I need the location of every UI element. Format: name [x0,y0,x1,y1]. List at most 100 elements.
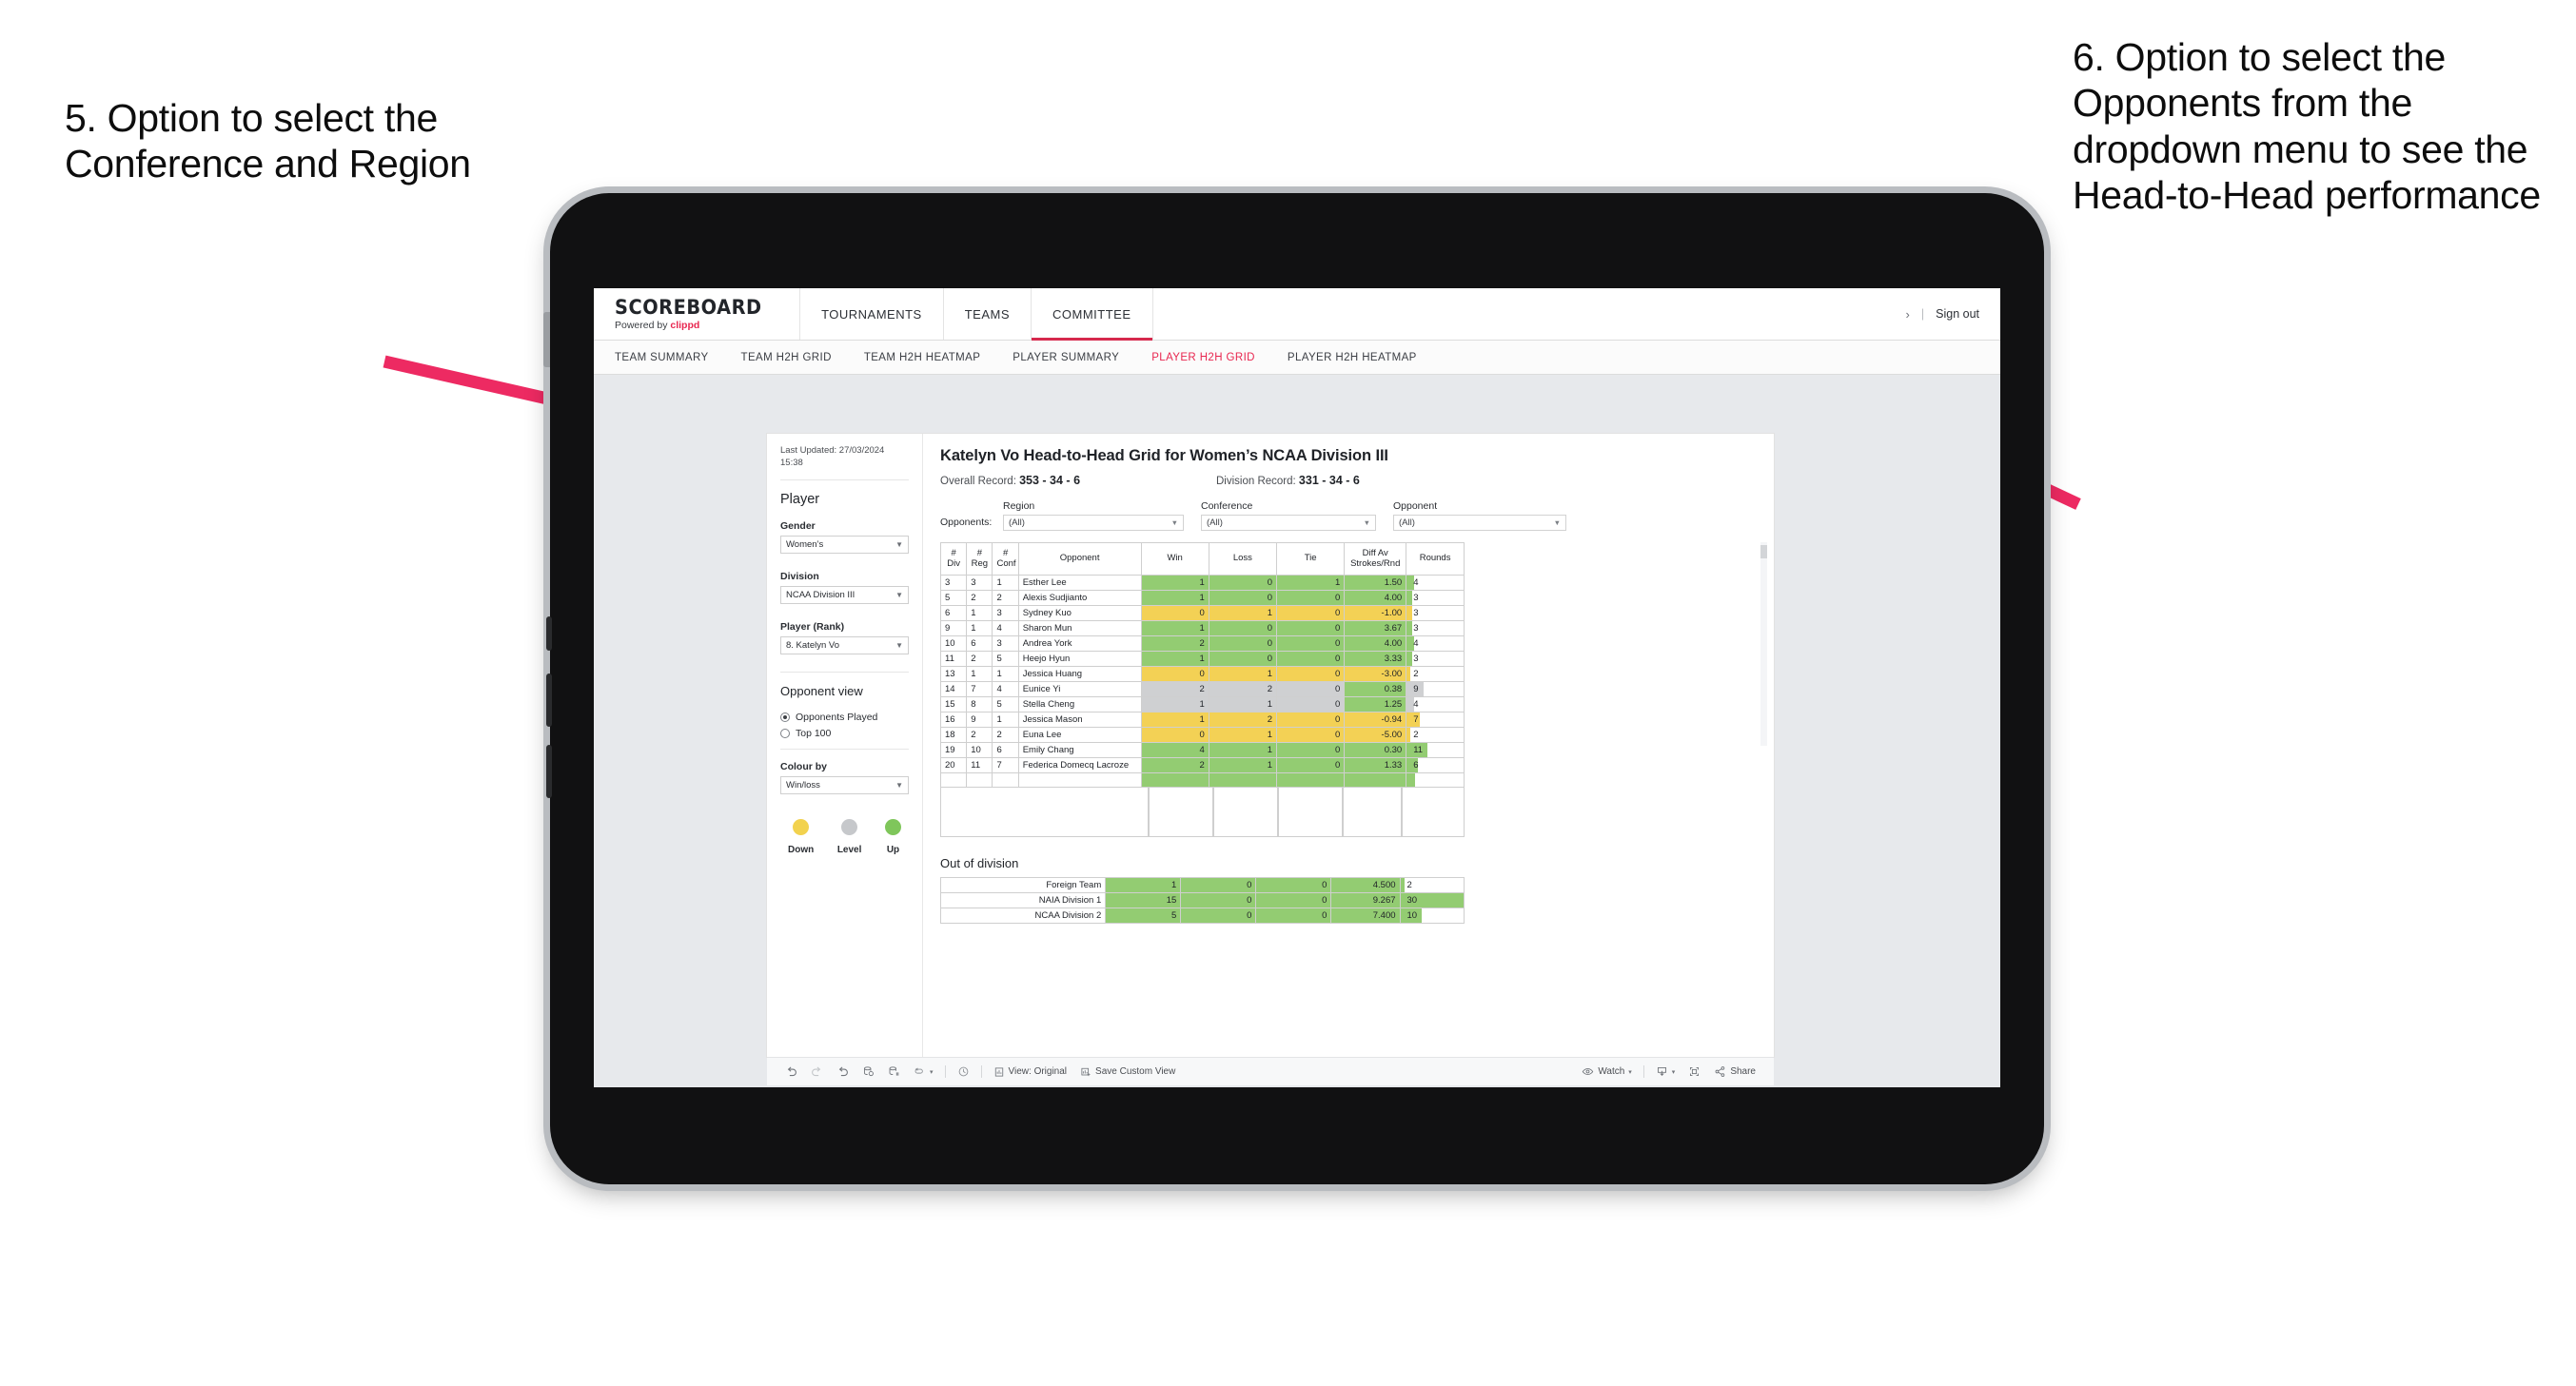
download-button[interactable]: ▾ [1649,1065,1682,1078]
table-row[interactable]: 20 11 7 Federica Domecq Lacroze 2 1 0 1.33 6 [939,757,1465,773]
sign-out-link[interactable]: Sign out [1936,307,1979,321]
table-row[interactable]: 15 8 5 Stella Cheng 1 1 0 1.25 4 [939,696,1465,713]
opponent-filter-value: (All) [1399,517,1415,528]
player-rank-select[interactable]: 8. Katelyn Vo ▼ [780,635,909,654]
cell-conf: 3 [992,605,1019,621]
brand-logo[interactable]: SCOREBOARD Powered by clippd [594,288,801,340]
table-row[interactable]: 11 2 5 Heejo Hyun 1 0 0 3.33 3 [939,651,1465,667]
watch-button[interactable]: Watch ▾ [1575,1065,1638,1078]
rounds-value: 9 [1413,684,1419,694]
table-row[interactable]: 18 2 2 Euna Lee 0 1 0 -5.00 2 [939,727,1465,743]
chevron-down-icon: ▼ [1363,518,1370,527]
cell-win: 0 [1140,666,1209,682]
table-row[interactable]: 3 3 1 Esther Lee 1 0 1 1.50 4 [939,575,1465,591]
subnav-team-h2h-grid[interactable]: TEAM H2H GRID [741,352,832,363]
undo-button[interactable] [778,1065,804,1078]
table-scrollbar[interactable] [1760,542,1767,746]
radio-top-100[interactable]: Top 100 [780,728,909,739]
gender-select[interactable]: Women’s ▼ [780,535,909,554]
pause-auto-updates-button[interactable] [881,1065,907,1078]
cell-rounds: 2 [1406,727,1465,743]
nav-teams[interactable]: TEAMS [944,288,1032,340]
cell-diff: 1.25 [1344,696,1407,713]
table-scrollbar-thumb[interactable] [1760,545,1767,558]
subnav-player-h2h-grid[interactable]: PLAYER H2H GRID [1151,352,1255,363]
subnav-team-h2h-heatmap[interactable]: TEAM H2H HEATMAP [864,352,980,363]
cell-win: 0 [1140,727,1209,743]
division-record-label: Division Record: [1216,476,1299,487]
subnav-player-summary[interactable]: PLAYER SUMMARY [1013,352,1119,363]
colour-by-value: Win/loss [786,779,820,791]
view-original-label: View: Original [1008,1066,1068,1077]
table-row[interactable]: 5 2 2 Alexis Sudjianto 1 0 0 4.00 3 [939,590,1465,606]
nav-tournaments[interactable]: TOURNAMENTS [800,288,944,340]
chevron-down-icon: ▼ [1170,518,1178,527]
rounds-value: 3 [1413,608,1419,618]
view-original-button[interactable]: View: Original [987,1066,1074,1078]
out-of-division-row[interactable]: NCAA Division 2 5 0 0 7.400 10 [939,908,1465,924]
opponent-view-heading: Opponent view [780,683,863,698]
revert-button[interactable] [830,1065,855,1078]
device-volume-down-button[interactable] [546,673,552,727]
cell-opponent: Euna Lee [1017,727,1142,743]
toolbar-separator [1642,1065,1644,1078]
division-select[interactable]: NCAA Division III ▼ [780,585,909,604]
rounds-value: 3 [1413,593,1419,603]
cell-loss: 1 [1208,696,1278,713]
cell-reg: 2 [966,651,993,667]
radio-opponents-played[interactable]: Opponents Played [780,712,909,723]
table-row[interactable]: 14 7 4 Eunice Yi 2 2 0 0.38 9 [939,681,1465,697]
cell-diff: 0.38 [1344,681,1407,697]
cell-opponent: Federica Domecq Lacroze [1017,757,1142,773]
device-volume-up-button[interactable] [546,616,552,651]
opponent-filter-select[interactable]: (All) ▼ [1393,515,1566,531]
share-button[interactable]: Share [1707,1065,1762,1078]
legend-label-level: Level [836,844,862,855]
cell-loss: 0 [1208,620,1278,636]
history-button[interactable] [951,1065,976,1078]
h2h-grid-head: # Div # Reg # Conf Opponent Win Loss Tie… [939,542,1465,576]
cell-conf: 1 [992,666,1019,682]
overall-record-value: 353 - 34 - 6 [1019,474,1081,487]
cell-tie: 0 [1276,590,1346,606]
redo-button[interactable] [804,1065,830,1078]
region-filter: Region (All) ▼ [1003,500,1184,531]
out-of-division-row[interactable]: Foreign Team 1 0 0 4.500 2 [939,877,1465,893]
nav-committee[interactable]: COMMITTEE [1032,288,1153,341]
subnav-player-h2h-heatmap[interactable]: PLAYER H2H HEATMAP [1288,352,1417,363]
colour-by-select[interactable]: Win/loss ▼ [780,775,909,794]
table-row[interactable]: 10 6 3 Andrea York 2 0 0 4.00 4 [939,635,1465,652]
empty-cell [1278,788,1343,837]
cell-tie: 1 [1276,575,1346,591]
cell-loss: 1 [1208,757,1278,773]
table-row[interactable]: 13 1 1 Jessica Huang 0 1 0 -3.00 2 [939,666,1465,682]
header-actions: › | Sign out [1906,288,2000,340]
device-power-button[interactable] [546,745,552,798]
table-row[interactable]: 6 1 3 Sydney Kuo 0 1 0 -1.00 3 [939,605,1465,621]
fullscreen-button[interactable] [1681,1065,1707,1078]
subnav-team-summary[interactable]: TEAM SUMMARY [615,352,709,363]
radio-top-100-label: Top 100 [796,727,832,739]
conference-filter: Conference (All) ▼ [1201,500,1376,531]
conference-filter-select[interactable]: (All) ▼ [1201,515,1376,531]
cell-div: 16 [939,712,968,728]
table-row[interactable]: 9 1 4 Sharon Mun 1 0 0 3.67 3 [939,620,1465,636]
save-custom-view-button[interactable]: Save Custom View [1073,1066,1182,1078]
cell-tie: 0 [1276,666,1346,682]
chevron-right-icon[interactable]: › [1906,307,1910,322]
site-header: SCOREBOARD Powered by clippd TOURNAMENTS… [594,288,2000,341]
table-row[interactable]: 16 9 1 Jessica Mason 1 2 0 -0.94 7 [939,712,1465,728]
region-filter-select[interactable]: (All) ▼ [1003,515,1184,531]
cell-tie: 0 [1276,620,1346,636]
cell-rounds: 3 [1406,590,1465,606]
viz-container: Last Updated: 27/03/2024 15:38 Player Ge… [767,434,1774,1057]
col-div: # Div [939,542,968,576]
cell-div: 9 [939,620,968,636]
table-row[interactable]: 19 10 6 Emily Chang 4 1 0 0.30 11 [939,742,1465,758]
cell-reg: 10 [966,742,993,758]
table-row-partial[interactable] [939,772,1465,788]
toolbar-separator [980,1065,982,1078]
refresh-data-button[interactable] [855,1065,881,1078]
view-toggle-button[interactable]: ▾ [907,1065,940,1078]
out-of-division-row[interactable]: NAIA Division 1 15 0 0 9.267 30 [939,892,1465,908]
